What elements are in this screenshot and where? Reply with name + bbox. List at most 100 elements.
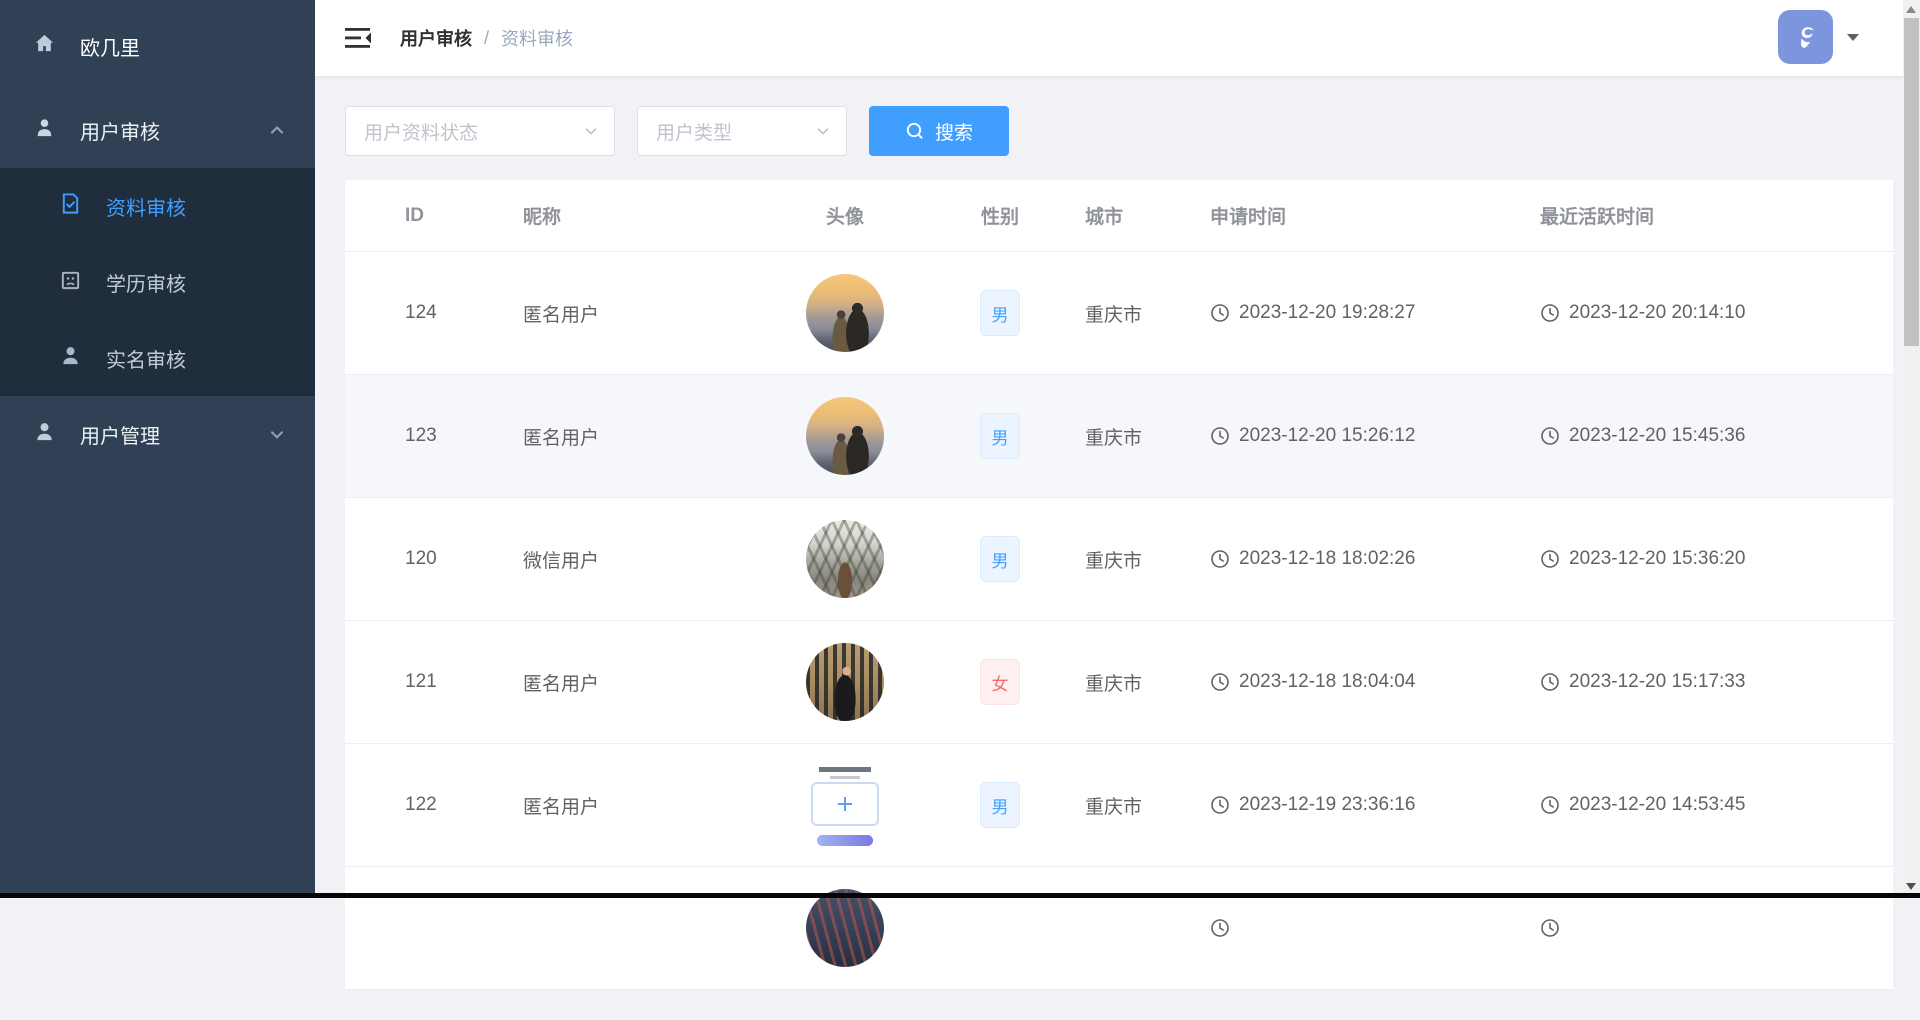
- cell-city: 重庆市: [1085, 300, 1205, 327]
- user-avatar[interactable]: [1778, 10, 1833, 64]
- column-header-id: ID: [345, 205, 515, 227]
- cell-gender: 男: [915, 782, 1085, 828]
- search-button[interactable]: 搜索: [869, 106, 1009, 156]
- gender-badge: 男: [980, 782, 1020, 828]
- cell-gender: 女: [915, 659, 1085, 705]
- home-icon: [33, 32, 56, 60]
- table-header-row: ID 昵称 头像 性别 城市 申请时间 最近活跃时间: [345, 180, 1893, 252]
- table-row[interactable]: 120 微信用户 男 重庆市 2023-12-18 18:02:26: [345, 498, 1893, 621]
- user-type-select[interactable]: 用户类型: [637, 106, 847, 156]
- cell-city: 重庆市: [1085, 423, 1205, 450]
- clock-icon: [1540, 426, 1560, 446]
- clock-icon: [1210, 672, 1230, 692]
- cell-nickname: 匿名用户: [515, 423, 775, 450]
- cell-active-time: 2023-12-20 15:36:20: [1535, 548, 1893, 570]
- sidebar-item-profile-audit[interactable]: 资料审核: [0, 168, 315, 244]
- gender-badge: 男: [980, 413, 1020, 459]
- sidebar-item-label: 用户审核: [80, 116, 267, 145]
- content: 用户资料状态 用户类型 搜索 ID 昵称 头像 性别 城市 申请时间 最近活跃时…: [315, 76, 1903, 1020]
- sidebar-item-home[interactable]: 欧几里: [0, 0, 315, 92]
- breadcrumb-separator: /: [484, 28, 489, 49]
- sidebar-item-user-manage[interactable]: 用户管理: [0, 396, 315, 472]
- cell-apply-time: 2023-12-18 18:02:26: [1205, 548, 1535, 570]
- sidebar-item-education-audit[interactable]: 学历审核: [0, 244, 315, 320]
- apply-time-text: 2023-12-19 23:36:16: [1239, 794, 1415, 816]
- active-time-text: 2023-12-20 15:45:36: [1569, 425, 1745, 447]
- cell-apply-time: 2023-12-18 18:04:04: [1205, 671, 1535, 693]
- caret-down-icon[interactable]: [1847, 34, 1859, 41]
- chevron-up-icon: [267, 120, 287, 140]
- sidebar-item-label: 实名审核: [106, 344, 287, 373]
- table-row[interactable]: 123 匿名用户 男 重庆市 2023-12-20 15:26:12: [345, 375, 1893, 498]
- profile-status-placeholder: 用户资料状态: [364, 118, 478, 145]
- sidebar-submenu-user-audit: 资料审核 学历审核 实名审核: [0, 168, 315, 396]
- breadcrumb: 用户审核 / 资料审核: [400, 25, 573, 51]
- user-photo: [806, 397, 884, 475]
- table-row[interactable]: 121 匿名用户 女 重庆市 2023-12-18 18:04:04: [345, 621, 1893, 744]
- profile-status-select[interactable]: 用户资料状态: [345, 106, 615, 156]
- table-row[interactable]: 124 匿名用户 男 重庆市 2023-12-20 19:28:27: [345, 252, 1893, 375]
- cell-avatar: [775, 520, 915, 598]
- active-time-text: 2023-12-20 20:14:10: [1569, 302, 1745, 324]
- cell-apply-time: 2023-12-20 19:28:27: [1205, 302, 1535, 324]
- clock-icon: [1540, 918, 1560, 938]
- active-time-text: 2023-12-20 15:17:33: [1569, 671, 1745, 693]
- school-icon: [59, 268, 82, 296]
- table-row[interactable]: [345, 867, 1893, 990]
- gender-badge: 男: [980, 290, 1020, 336]
- cell-nickname: 匿名用户: [515, 300, 775, 327]
- breadcrumb-root[interactable]: 用户审核: [400, 25, 472, 51]
- clock-icon: [1210, 918, 1230, 938]
- fold-menu-icon[interactable]: [345, 26, 372, 50]
- scroll-up-arrow-icon[interactable]: [1906, 6, 1916, 13]
- cell-gender: 男: [915, 536, 1085, 582]
- cell-city: 重庆市: [1085, 792, 1205, 819]
- sidebar-item-label: 资料审核: [106, 192, 287, 221]
- clock-icon: [1540, 549, 1560, 569]
- vertical-scrollbar[interactable]: [1903, 0, 1920, 898]
- apply-time-text: 2023-12-20 15:26:12: [1239, 425, 1415, 447]
- cell-avatar: [775, 889, 915, 967]
- sidebar-item-label: 学历审核: [106, 268, 287, 297]
- clock-icon: [1540, 795, 1560, 815]
- sidebar-item-user-audit[interactable]: 用户审核: [0, 92, 315, 168]
- chevron-down-icon: [582, 122, 600, 140]
- sidebar-logo-label: 欧几里: [80, 32, 287, 61]
- apply-time-text: 2023-12-18 18:02:26: [1239, 548, 1415, 570]
- gender-badge: 女: [980, 659, 1020, 705]
- scrollbar-thumb[interactable]: [1904, 18, 1919, 346]
- user-photo: [806, 520, 884, 598]
- table-row[interactable]: 122 匿名用户 男 重庆市 2023-12-19 23:36:16: [345, 744, 1893, 867]
- clock-icon: [1210, 303, 1230, 323]
- cell-gender: 男: [915, 413, 1085, 459]
- cell-avatar: [775, 274, 915, 352]
- sidebar-item-realname-audit[interactable]: 实名审核: [0, 320, 315, 396]
- cell-nickname: 匿名用户: [515, 669, 775, 696]
- topbar-user-menu: [1778, 10, 1859, 64]
- cell-apply-time: 2023-12-20 15:26:12: [1205, 425, 1535, 447]
- column-header-avatar: 头像: [775, 202, 915, 229]
- cell-active-time: [1535, 918, 1893, 938]
- user-photo: [806, 889, 884, 967]
- clock-icon: [1210, 426, 1230, 446]
- search-icon: [905, 121, 925, 141]
- filter-bar: 用户资料状态 用户类型 搜索: [345, 106, 1873, 156]
- scroll-down-arrow-icon[interactable]: [1906, 883, 1916, 890]
- active-time-text: 2023-12-20 14:53:45: [1569, 794, 1745, 816]
- cell-nickname: 匿名用户: [515, 792, 775, 819]
- cell-avatar: [775, 643, 915, 721]
- cell-id: 123: [345, 425, 515, 447]
- column-header-active-time: 最近活跃时间: [1535, 202, 1893, 229]
- cell-gender: 男: [915, 290, 1085, 336]
- clock-icon: [1540, 672, 1560, 692]
- active-time-text: 2023-12-20 15:36:20: [1569, 548, 1745, 570]
- window-bottom-edge: [0, 893, 1920, 898]
- main-area: 用户审核 / 资料审核 用户资料状态 用户类型 搜索: [315, 0, 1903, 898]
- gender-badge: 男: [980, 536, 1020, 582]
- cell-id: 121: [345, 671, 515, 693]
- column-header-apply-time: 申请时间: [1205, 202, 1535, 229]
- user-photo: [806, 274, 884, 352]
- user-table: ID 昵称 头像 性别 城市 申请时间 最近活跃时间 124 匿名用户: [345, 180, 1893, 990]
- person-icon: [59, 344, 82, 372]
- topbar: 用户审核 / 资料审核: [315, 0, 1903, 76]
